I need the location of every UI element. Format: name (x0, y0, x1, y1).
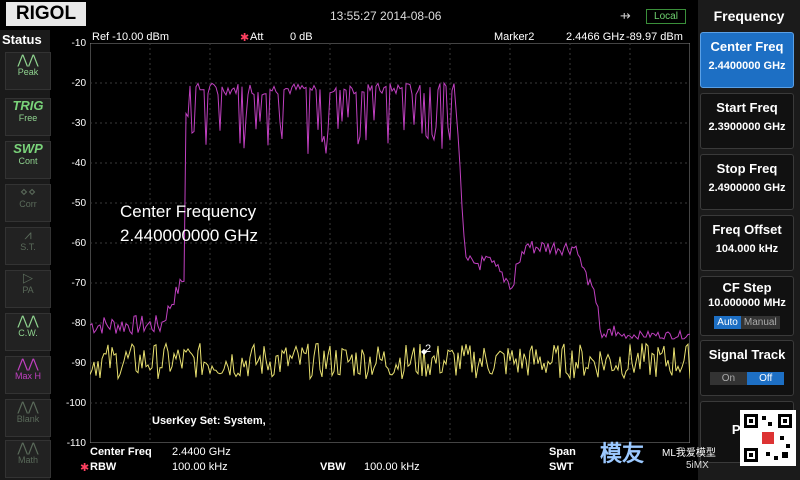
y-tick: -50 (71, 198, 86, 209)
qr-pattern (744, 414, 792, 462)
reference-level: Ref -10.00 dBm (92, 31, 170, 43)
annotation-line-1: Center Frequency (120, 202, 257, 221)
marker-name: Marker2 (494, 31, 535, 43)
rbw-marker-icon: ✱ (80, 462, 90, 474)
corr-status[interactable]: ⋄⋄ Corr (5, 184, 51, 222)
watermark-logo: 模友 (600, 441, 645, 466)
y-tick: -100 (65, 398, 86, 409)
qr-code-icon (740, 410, 796, 466)
st-label: S.T. (20, 242, 36, 252)
vbw-label: VBW (320, 461, 346, 473)
rbw-label: RBW (90, 461, 117, 473)
math-label: Math (17, 455, 38, 465)
y-tick: -30 (71, 118, 86, 129)
maxh-status[interactable]: ⋀⋀ Max H (5, 356, 51, 394)
y-tick: -10 (71, 38, 86, 49)
span-label: Span (549, 446, 576, 458)
center-freq-button[interactable]: Center Freq 2.4400000 GHz (700, 32, 794, 88)
y-tick: -80 (71, 318, 86, 329)
math-status[interactable]: ⋀⋀ Math (5, 440, 51, 478)
y-tick: -60 (71, 238, 86, 249)
maxh-label: Max H (14, 371, 41, 381)
marker-frequency: 2.4466 GHz (566, 31, 625, 43)
y-tick: -90 (71, 358, 86, 369)
cf-step-auto[interactable]: Auto (714, 316, 741, 329)
st-status[interactable]: ⩘ S.T. (5, 227, 51, 265)
userkey-text: UserKey Set: System, (152, 415, 266, 427)
maxh-icon: ⋀⋀ (17, 356, 39, 371)
trig-label: Free (18, 113, 38, 123)
center-freq-btn-label: Center Freq (710, 39, 784, 54)
center-freq-value: 2.4400 GHz (172, 446, 231, 458)
freq-offset-button[interactable]: Freq Offset 104.000 kHz (700, 215, 794, 271)
rigol-logo: RIGOL (6, 2, 86, 26)
att-value: 0 dB (290, 31, 313, 43)
swp-status[interactable]: SWP Cont (5, 141, 51, 179)
start-freq-btn-value: 2.3900000 GHz (708, 121, 786, 133)
pa-label: PA (22, 285, 34, 295)
stop-freq-btn-label: Stop Freq (716, 161, 778, 176)
stop-freq-btn-value: 2.4900000 GHz (708, 182, 786, 194)
peak-icon: ⋀⋀ (17, 52, 39, 67)
cf-step-button[interactable]: CF Step 10.000000 MHz Auto Manual (700, 276, 794, 336)
y-tick: -110 (66, 438, 86, 449)
watermark-text: ML我爱模型 (662, 448, 716, 459)
marker-icon: ◆ (421, 347, 428, 356)
rbw-value: 100.00 kHz (172, 461, 228, 473)
annotation-line-2: 2.440000000 GHz (120, 226, 258, 245)
vbw-value: 100.00 kHz (364, 461, 420, 473)
blank-status[interactable]: ⋀⋀ Blank (5, 399, 51, 437)
local-badge[interactable]: Local (646, 9, 686, 24)
pa-icon: ▷ (23, 270, 33, 285)
trig-status[interactable]: TRIG Free (5, 98, 51, 136)
marker-level: -89.97 dBm (626, 31, 683, 43)
center-frequency-annotation: Center Frequency 2.440000000 GHz (120, 200, 258, 248)
status-title: Status (2, 32, 42, 47)
cf-step-btn-value: 10.000000 MHz (708, 297, 786, 309)
math-icon: ⋀⋀ (17, 440, 39, 455)
trig-icon: TRIG (12, 98, 44, 113)
signal-track-button[interactable]: Signal Track On Off (700, 340, 794, 396)
y-tick: -40 (71, 158, 86, 169)
cw-label: C.W. (18, 328, 38, 338)
watermark-text-2: 5iMX (686, 460, 709, 471)
blank-label: Blank (16, 414, 40, 424)
signal-track-btn-label: Signal Track (708, 347, 786, 362)
datetime: 13:55:27 2014-08-06 (330, 9, 442, 23)
center-freq-label: Center Freq (90, 446, 152, 458)
start-freq-btn-label: Start Freq (716, 100, 778, 115)
swt-label: SWT (549, 461, 574, 473)
y-tick: -20 (71, 78, 86, 89)
swp-label: Cont (18, 156, 38, 166)
peak-status[interactable]: ⋀⋀ Peak (5, 52, 51, 90)
pa-status[interactable]: ▷ PA (5, 270, 51, 308)
signal-track-off[interactable]: Off (747, 372, 785, 385)
freq-offset-btn-value: 104.000 kHz (715, 243, 779, 255)
peak-label: Peak (17, 67, 39, 77)
menu-title: Frequency (713, 8, 785, 24)
stop-freq-button[interactable]: Stop Freq 2.4900000 GHz (700, 154, 794, 210)
usb-icon: ⇸ (620, 8, 631, 23)
swp-icon: SWP (13, 141, 43, 156)
cw-status[interactable]: ⋀⋀ C.W. (5, 313, 51, 351)
y-tick: -70 (71, 278, 86, 289)
cf-step-btn-label: CF Step (722, 280, 772, 295)
start-freq-button[interactable]: Start Freq 2.3900000 GHz (700, 93, 794, 149)
signal-track-on[interactable]: On (709, 372, 748, 385)
cf-step-manual[interactable]: Manual (740, 316, 780, 329)
cw-icon: ⋀⋀ (17, 313, 39, 328)
corr-label: Corr (19, 199, 37, 209)
att-label: Att (250, 31, 264, 43)
blank-icon: ⋀⋀ (17, 399, 39, 414)
corr-icon: ⋄⋄ (19, 184, 37, 199)
center-freq-btn-value: 2.4400000 GHz (708, 60, 786, 72)
st-icon: ⩘ (24, 227, 32, 242)
freq-offset-btn-label: Freq Offset (712, 222, 782, 237)
